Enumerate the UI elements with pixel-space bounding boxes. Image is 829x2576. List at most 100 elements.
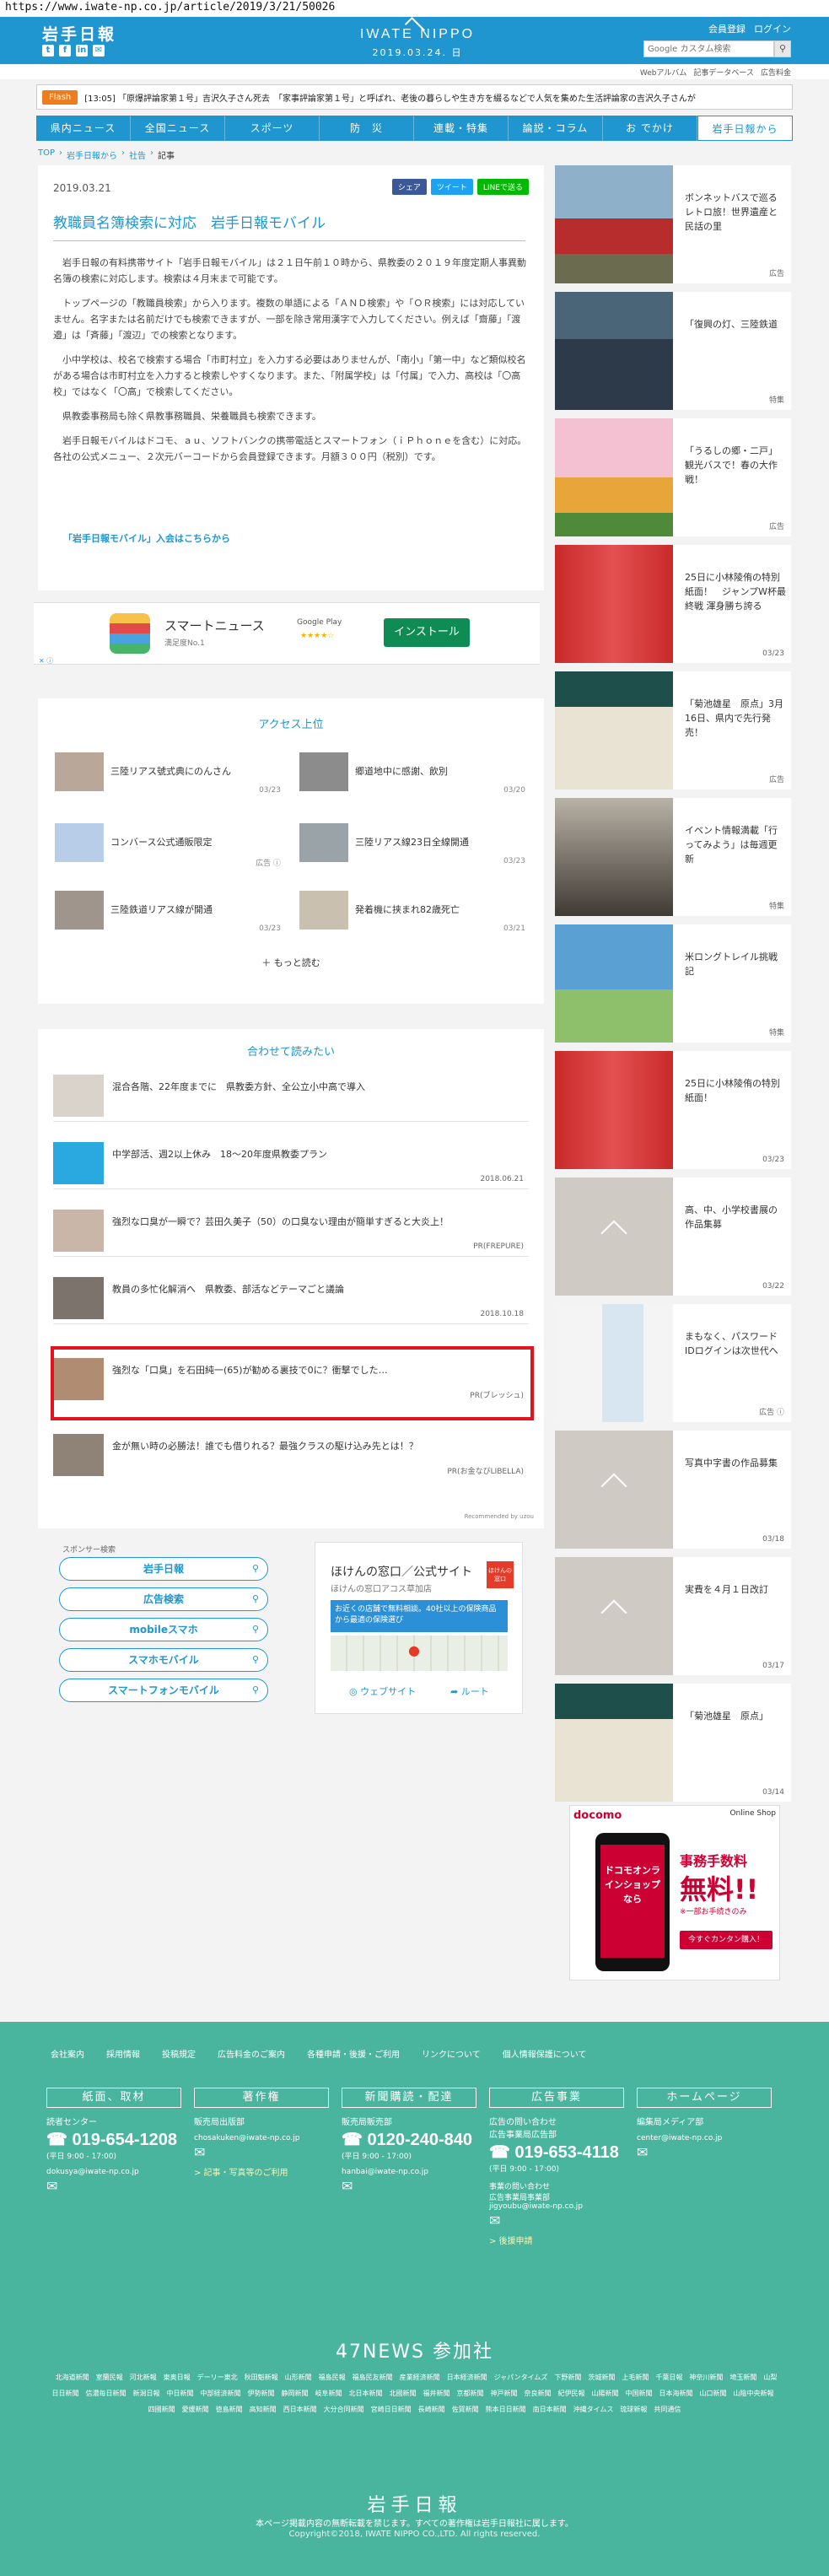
member-paper-link[interactable]: 千葉日報: [655, 2374, 682, 2381]
sponsor-button[interactable]: 広告検索 ⚲: [59, 1587, 268, 1611]
member-paper-link[interactable]: 長崎新聞: [418, 2406, 445, 2413]
member-paper-link[interactable]: 福島民友新聞: [353, 2374, 393, 2381]
footer-note-link[interactable]: > 記事・写真等のご利用: [194, 2165, 329, 2178]
website-button[interactable]: ◎ ウェブサイト: [349, 1684, 416, 1698]
member-paper-link[interactable]: 北海道新聞: [56, 2374, 89, 2381]
member-paper-link[interactable]: 共同通信: [654, 2406, 681, 2413]
facebook-share-button[interactable]: シェア: [391, 179, 427, 195]
member-paper-link[interactable]: 静岡新聞: [282, 2390, 309, 2397]
sidebar-item[interactable]: ボンネットバスで巡るレトロ旅！世界遺産と民話の里 広告: [555, 165, 791, 283]
twitter-icon[interactable]: t: [42, 45, 54, 57]
related-item[interactable]: 金が無い時の必勝法！誰でも借りれる？最強クラスの駆け込み先とは！？ PR(お金な…: [53, 1427, 529, 1481]
member-paper-link[interactable]: デーリー東北: [197, 2374, 238, 2381]
footer-email[interactable]: center@iwate-np.co.jp: [637, 2134, 772, 2142]
footer-link-submission[interactable]: 投稿規定: [162, 2047, 196, 2060]
member-paper-link[interactable]: 秋田魁新報: [245, 2374, 278, 2381]
footer-link-applications[interactable]: 各種申請・後援・ご利用: [307, 2047, 400, 2060]
line-share-button[interactable]: LINEで送る: [476, 179, 529, 195]
sidebar-item[interactable]: 実費を４月１日改訂 03/17: [555, 1557, 791, 1675]
sponsor-button[interactable]: スマートフォンモバイル ⚲: [59, 1679, 268, 1702]
member-paper-link[interactable]: 室蘭民報: [96, 2374, 123, 2381]
nav-national-news[interactable]: 全国ニュース: [131, 116, 225, 141]
sponsor-button[interactable]: スマホモバイル ⚲: [59, 1648, 268, 1672]
app-install-ad[interactable]: スマートニュース 満足度No.1 Google Play ★★★★☆ インストー…: [34, 602, 540, 665]
member-paper-link[interactable]: 京都新聞: [457, 2390, 484, 2397]
sidebar-item[interactable]: 「うるしの郷・二戸」観光バスで！春の大作戦！ 広告: [555, 418, 791, 536]
subnav-web-album[interactable]: Webアルバム: [640, 67, 687, 78]
member-paper-link[interactable]: 琉球新報: [620, 2406, 647, 2413]
footer-link-company[interactable]: 会社案内: [51, 2047, 84, 2060]
member-paper-link[interactable]: 南日本新聞: [533, 2406, 567, 2413]
nav-sports[interactable]: スポーツ: [225, 116, 320, 141]
sidebar-item[interactable]: 「菊池雄星 原点」 03/14: [555, 1684, 791, 1802]
ranking-item[interactable]: コンバース公式通販限定 広告 ⓘ: [55, 823, 283, 870]
mobile-join-link[interactable]: 「岩手日報モバイル」入会はこちらから: [63, 531, 230, 545]
member-paper-link[interactable]: 岐阜新聞: [315, 2390, 342, 2397]
member-paper-link[interactable]: 山陰中央新報: [734, 2390, 774, 2397]
related-item[interactable]: 中学部活、週2以上休み 18〜20年度県教委プラン 2018.06.21: [53, 1135, 529, 1189]
member-paper-link[interactable]: 奈良新聞: [525, 2390, 552, 2397]
sidebar-item[interactable]: 写真中字書の作品募集 03/18: [555, 1431, 791, 1549]
member-paper-link[interactable]: 大分合同新聞: [324, 2406, 364, 2413]
member-paper-link[interactable]: 河北新報: [130, 2374, 157, 2381]
footer-email[interactable]: hanbai@iwate-np.co.jp: [342, 2168, 476, 2176]
member-paper-link[interactable]: 中部経済新聞: [201, 2390, 241, 2397]
subnav-ad-rates[interactable]: 広告料金: [761, 67, 791, 78]
related-item[interactable]: 混合各階、22年度までに 県教委方針、全公立小中高で導入: [53, 1068, 529, 1122]
phone-number[interactable]: ☎ 019-653-4118: [489, 2142, 624, 2163]
member-paper-link[interactable]: 徳島新聞: [216, 2406, 243, 2413]
member-paper-link[interactable]: 紀伊民報: [558, 2390, 585, 2397]
member-paper-link[interactable]: 埼玉新聞: [729, 2374, 756, 2381]
footer-link-privacy[interactable]: 個人情報保護について: [503, 2047, 587, 2060]
breadcrumb-notice[interactable]: 社告: [129, 148, 146, 161]
footer-link-recruit[interactable]: 採用情報: [106, 2047, 140, 2060]
nav-outing[interactable]: お でかけ: [603, 116, 697, 141]
footer-email[interactable]: chosakuken@iwate-np.co.jp: [194, 2134, 329, 2142]
mail-icon[interactable]: ✉: [489, 2212, 624, 2228]
login-link[interactable]: ログイン: [754, 22, 791, 35]
instagram-icon[interactable]: in: [76, 45, 88, 57]
footer-email[interactable]: dokusya@iwate-np.co.jp: [46, 2168, 181, 2176]
member-paper-link[interactable]: 下野新聞: [554, 2374, 581, 2381]
nav-prefecture-news[interactable]: 県内ニュース: [36, 116, 131, 141]
member-paper-link[interactable]: 北日本新聞: [349, 2390, 383, 2397]
footer-email[interactable]: 事業の問い合わせ 広告事業局事業部 jigyoubu@iwate-np.co.j…: [489, 2180, 624, 2211]
member-paper-link[interactable]: 神奈川新聞: [689, 2374, 723, 2381]
member-paper-link[interactable]: 産業経済新聞: [400, 2374, 440, 2381]
member-paper-link[interactable]: 新潟日報: [133, 2390, 160, 2397]
mail-icon[interactable]: ✉: [342, 2178, 476, 2194]
sidebar-item[interactable]: イベント情報満載「行ってみよう」は毎週更新 特集: [555, 798, 791, 916]
search-input[interactable]: [643, 40, 774, 57]
sidebar-item[interactable]: 25日に小林陵侑の特別紙面！ 03/23: [555, 1051, 791, 1169]
member-paper-link[interactable]: 福井新聞: [423, 2390, 450, 2397]
phone-number[interactable]: ☎ 019-654-1208: [46, 2129, 181, 2150]
member-paper-link[interactable]: 宮崎日日新聞: [371, 2406, 412, 2413]
brand-name[interactable]: IWATE NIPPO: [337, 27, 498, 42]
breadcrumb-top[interactable]: TOP: [38, 148, 55, 161]
member-paper-link[interactable]: 福島民報: [319, 2374, 346, 2381]
member-paper-link[interactable]: 高知新聞: [250, 2406, 277, 2413]
subnav-article-db[interactable]: 記事データベース: [693, 67, 754, 78]
member-paper-link[interactable]: 山形新聞: [285, 2374, 312, 2381]
read-more-button[interactable]: ＋ もっと読む: [38, 956, 544, 969]
sidebar-item[interactable]: 高、中、小学校書展の作品集募 03/22: [555, 1178, 791, 1296]
sidebar-item[interactable]: 「復興の灯、三陸鉄道 特集: [555, 292, 791, 410]
footer-link-ad-rates[interactable]: 広告料金のご案内: [218, 2047, 285, 2060]
nav-disaster[interactable]: 防 災: [320, 116, 414, 141]
member-paper-link[interactable]: 日本経済新聞: [447, 2374, 487, 2381]
member-paper-link[interactable]: ジャパンタイムズ: [494, 2374, 548, 2381]
insurance-map-ad[interactable]: ほけんの窓口／公式サイト ほけんの窓口アコス草加店 ほけんの窓口 お近くの店舗で…: [315, 1542, 523, 1714]
member-paper-link[interactable]: 伊勢新聞: [248, 2390, 275, 2397]
sponsor-button[interactable]: mobileスマホ ⚲: [59, 1618, 268, 1641]
member-paper-link[interactable]: 熊本日日新聞: [486, 2406, 526, 2413]
ranking-item[interactable]: 発着機に挟まれ82歳死亡 03/21: [299, 891, 527, 938]
route-button[interactable]: ➦ ルート: [450, 1684, 489, 1698]
related-item[interactable]: 強烈な口臭が一瞬で？芸田久美子（50）の口臭ない理由が簡単すぎると大炎上！ PR…: [53, 1203, 529, 1257]
sponsor-button[interactable]: 岩手日報 ⚲: [59, 1557, 268, 1581]
member-paper-link[interactable]: 佐賀新聞: [452, 2406, 479, 2413]
sidebar-item[interactable]: 25日に小林陵侑の特別紙面！ ジャンプW杯最終戦 渾身勝ち誇る 03/23: [555, 545, 791, 663]
member-paper-link[interactable]: 西日本新聞: [283, 2406, 317, 2413]
site-logo[interactable]: 岩手日報: [42, 22, 116, 45]
mail-icon[interactable]: ✉: [637, 2144, 772, 2160]
mail-icon[interactable]: ✉: [46, 2178, 181, 2194]
